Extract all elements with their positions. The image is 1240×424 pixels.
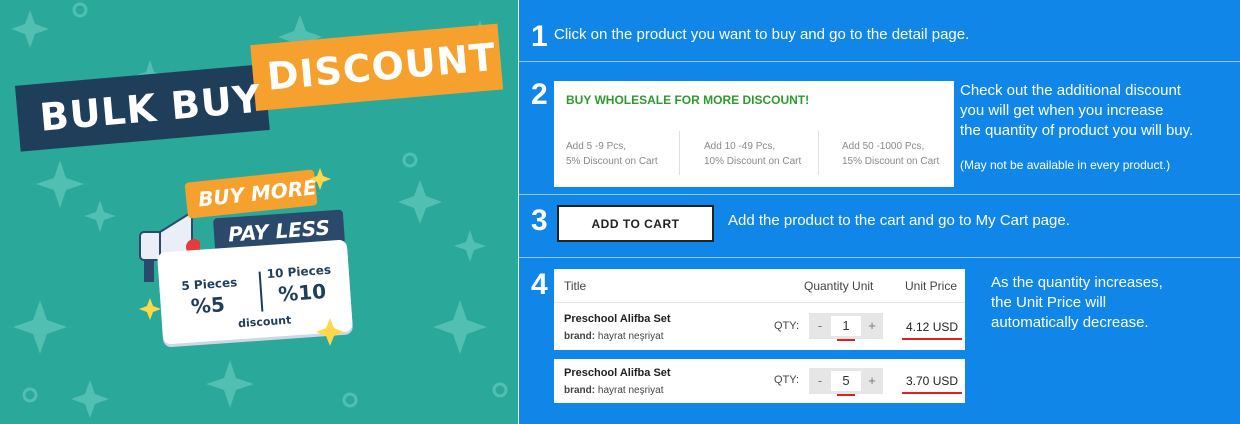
step-1-number: 1: [531, 20, 548, 53]
unit-price: 3.70 USD: [902, 374, 963, 394]
step-3-number: 3: [531, 204, 548, 237]
step-2-text: Check out the additional discount you wi…: [960, 82, 1194, 139]
wholesale-discount-box: BUY WHOLESALE FOR MORE DISCOUNT! Add 5 -…: [554, 81, 954, 187]
wholesale-tier: Add 50 -1000 Pcs, 15% Discount on Cart: [842, 141, 940, 167]
step-1-text: Click on the product you want to buy and…: [554, 26, 970, 43]
bulk-buy-promo-image: BULK BUY DISCOUNT BUY MORE PAY LESS 5 Pi…: [0, 0, 518, 424]
unit-price: 4.12 USD: [902, 320, 963, 340]
step-2-note: (May not be available in every product.): [960, 158, 1171, 172]
qty-label: QTY:: [774, 374, 800, 386]
column-header-price: Unit Price: [905, 279, 958, 293]
decrement-button[interactable]: -: [809, 313, 831, 339]
quantity-stepper: - 5 +: [809, 368, 883, 396]
divider: [519, 194, 1240, 195]
cart-table-row-2: Preschool Alifba Set brand: hayrat neşri…: [554, 359, 965, 403]
step-2-number: 2: [531, 78, 548, 111]
column-header-title: Title: [564, 279, 587, 293]
increment-button[interactable]: +: [861, 368, 883, 394]
step-3-text: Add the product to the cart and go to My…: [728, 212, 1070, 229]
divider: [519, 257, 1240, 258]
decrement-button[interactable]: -: [809, 368, 831, 394]
step-4-number: 4: [531, 268, 548, 301]
product-brand: brand: hayrat neşriyat: [564, 331, 664, 342]
increment-button[interactable]: +: [861, 313, 883, 339]
wholesale-tier: Add 5 -9 Pcs, 5% Discount on Cart: [566, 141, 658, 167]
divider: [519, 61, 1240, 62]
product-name[interactable]: Preschool Alifba Set: [564, 367, 671, 379]
quantity-stepper: - 1 +: [809, 313, 883, 341]
column-header-quantity: Quantity Unit: [804, 279, 874, 293]
step-4-text: As the quantity increases, the Unit Pric…: [991, 274, 1163, 331]
product-brand: brand: hayrat neşriyat: [564, 385, 664, 396]
quantity-input[interactable]: 1: [831, 316, 861, 341]
instructions-panel: 1 Click on the product you want to buy a…: [519, 0, 1240, 424]
cart-table-row-1: Title Quantity Unit Unit Price Preschool…: [554, 269, 965, 350]
qty-label: QTY:: [774, 320, 800, 332]
wholesale-tier: Add 10 -49 Pcs, 10% Discount on Cart: [704, 141, 802, 167]
product-name[interactable]: Preschool Alifba Set: [564, 313, 671, 325]
wholesale-heading: BUY WHOLESALE FOR MORE DISCOUNT!: [566, 93, 810, 107]
add-to-cart-button[interactable]: ADD TO CART: [557, 205, 714, 242]
sparkle-icon: [139, 168, 344, 346]
quantity-input[interactable]: 5: [831, 371, 861, 396]
buy-more-pay-less-graphic: BUY MORE PAY LESS 5 Pieces %5 10 Pieces …: [130, 168, 380, 358]
